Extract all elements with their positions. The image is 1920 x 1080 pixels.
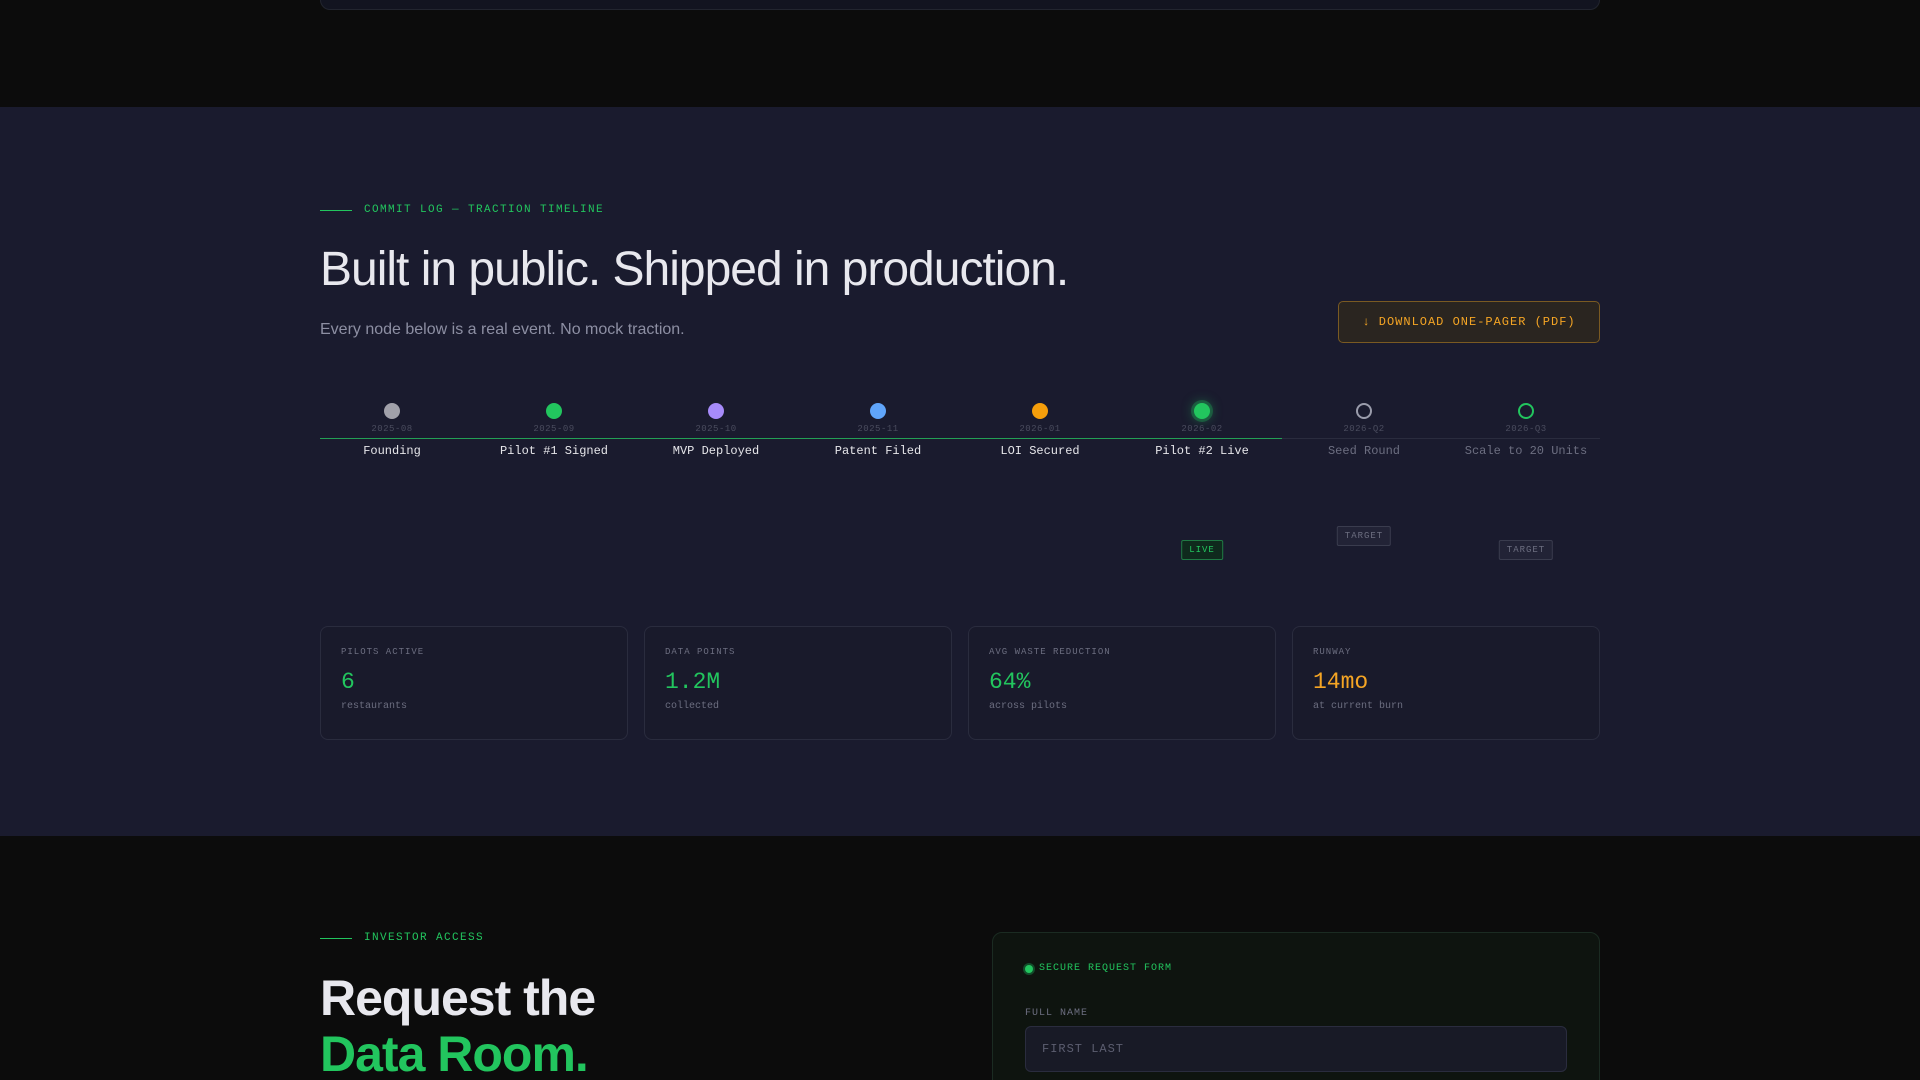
timeline-label: LOI Secured bbox=[1000, 444, 1080, 458]
target-badge: TARGET bbox=[1498, 540, 1554, 560]
timeline-label: Pilot #2 Live bbox=[1155, 444, 1249, 458]
timeline-date: 2026-02 bbox=[1181, 424, 1223, 434]
stat-note: collected bbox=[665, 701, 720, 712]
stat-label: DATA POINTS bbox=[665, 647, 736, 657]
form-title: SECURE REQUEST FORM bbox=[1039, 963, 1173, 974]
stat-note: at current burn bbox=[1313, 701, 1404, 712]
timeline-date: 2026-Q3 bbox=[1505, 424, 1547, 434]
timeline-dot-icon bbox=[546, 403, 562, 419]
secure-request-form: SECURE REQUEST FORM FULL NAME bbox=[992, 932, 1600, 1080]
timeline-label: Founding bbox=[363, 444, 421, 458]
eyebrow-rule bbox=[320, 937, 352, 939]
stat-label: PILOTS ACTIVE bbox=[341, 647, 425, 657]
download-one-pager-label: ↓ DOWNLOAD ONE-PAGER (PDF) bbox=[1362, 315, 1576, 329]
timeline-dot-icon bbox=[384, 403, 400, 419]
investor-eyebrow-text: INVESTOR ACCESS bbox=[364, 932, 485, 944]
timeline-date: 2025-11 bbox=[857, 424, 899, 434]
timeline-date: 2025-09 bbox=[533, 424, 575, 434]
timeline-dot-icon bbox=[1356, 403, 1372, 419]
investor-section: INVESTOR ACCESS Request the Data Room. S… bbox=[0, 836, 1920, 1080]
full-name-label: FULL NAME bbox=[1025, 1008, 1089, 1019]
timeline-node[interactable]: 2026-02 Pilot #2 Live bbox=[1121, 403, 1283, 458]
target-badge: TARGET bbox=[1336, 526, 1392, 546]
timeline-node[interactable]: 2025-09 Pilot #1 Signed bbox=[473, 403, 635, 458]
previous-section bbox=[0, 0, 1920, 107]
timeline-date: 2026-Q2 bbox=[1343, 424, 1385, 434]
download-one-pager-button[interactable]: ↓ DOWNLOAD ONE-PAGER (PDF) bbox=[1338, 301, 1600, 343]
stat-card: RUNWAY 14mo at current burn bbox=[1292, 626, 1600, 740]
timeline-label: Scale to 20 Units bbox=[1464, 444, 1588, 458]
stat-value: 6 bbox=[341, 669, 355, 695]
stat-label: AVG WASTE REDUCTION bbox=[989, 647, 1111, 657]
stat-value: 1.2M bbox=[665, 669, 721, 695]
timeline-node[interactable]: 2025-11 Patent Filed bbox=[797, 403, 959, 458]
stat-card: AVG WASTE REDUCTION 64% across pilots bbox=[968, 626, 1276, 740]
timeline-label: Pilot #1 Signed bbox=[499, 444, 609, 458]
traction-eyebrow-text: COMMIT LOG — TRACTION TIMELINE bbox=[364, 204, 605, 216]
stat-label: RUNWAY bbox=[1313, 647, 1352, 657]
timeline-label: Patent Filed bbox=[834, 444, 922, 458]
timeline-dot-icon bbox=[708, 403, 724, 419]
status-dot-icon bbox=[1025, 964, 1033, 973]
timeline-node[interactable]: 2025-10 MVP Deployed bbox=[635, 403, 797, 458]
traction-title: Built in public. Shipped in production. bbox=[320, 243, 1069, 296]
investor-title-line1: Request the bbox=[320, 970, 596, 1026]
timeline-dot-icon bbox=[1518, 403, 1534, 419]
timeline-node[interactable]: 2025-08 Founding bbox=[311, 403, 473, 458]
timeline-node[interactable]: 2026-Q3 Scale to 20 Units bbox=[1445, 403, 1607, 458]
stat-value: 64% bbox=[989, 669, 1031, 695]
traction-eyebrow: COMMIT LOG — TRACTION TIMELINE bbox=[320, 204, 604, 216]
stat-note: across pilots bbox=[989, 701, 1068, 712]
timeline-date: 2026-01 bbox=[1019, 424, 1061, 434]
investor-title: Request the Data Room. bbox=[320, 970, 596, 1080]
previous-section-card bbox=[320, 0, 1600, 10]
timeline-label: MVP Deployed bbox=[672, 444, 760, 458]
timeline-dot-icon bbox=[1194, 403, 1210, 419]
traction-section: COMMIT LOG — TRACTION TIMELINE Built in … bbox=[0, 107, 1920, 836]
timeline-label: Seed Round bbox=[1327, 444, 1400, 458]
timeline-node[interactable]: 2026-Q2 Seed Round bbox=[1283, 403, 1445, 458]
timeline-dot-icon bbox=[870, 403, 886, 419]
investor-eyebrow: INVESTOR ACCESS bbox=[320, 932, 484, 944]
eyebrow-rule bbox=[320, 209, 352, 211]
investor-title-line2: Data Room. bbox=[320, 1026, 589, 1080]
live-badge: LIVE bbox=[1181, 540, 1223, 560]
timeline-node[interactable]: 2026-01 LOI Secured bbox=[959, 403, 1121, 458]
stat-card: PILOTS ACTIVE 6 restaurants bbox=[320, 626, 628, 740]
stat-card: DATA POINTS 1.2M collected bbox=[644, 626, 952, 740]
stat-value: 14mo bbox=[1313, 669, 1369, 695]
timeline-date: 2025-10 bbox=[695, 424, 737, 434]
timeline-dot-icon bbox=[1032, 403, 1048, 419]
stat-note: restaurants bbox=[341, 701, 408, 712]
timeline-date: 2025-08 bbox=[371, 424, 413, 434]
full-name-input[interactable] bbox=[1025, 1026, 1567, 1072]
traction-subtitle: Every node below is a real event. No moc… bbox=[320, 321, 685, 338]
form-header: SECURE REQUEST FORM bbox=[1025, 963, 1172, 974]
